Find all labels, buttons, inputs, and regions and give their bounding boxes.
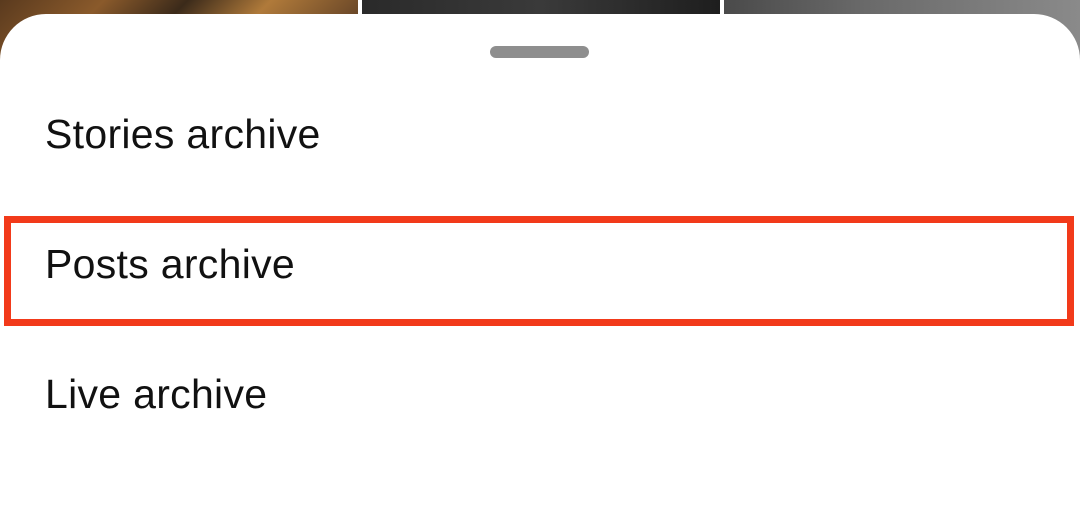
drag-handle[interactable] xyxy=(490,46,589,58)
menu-item-label: Live archive xyxy=(45,370,268,417)
menu-item-live-archive[interactable]: Live archive xyxy=(0,339,1080,449)
menu-item-label: Stories archive xyxy=(45,110,321,157)
menu-item-posts-archive[interactable]: Posts archive xyxy=(0,209,1080,319)
menu-item-label: Posts archive xyxy=(45,240,295,287)
screen: Stories archive Posts archive Live archi… xyxy=(0,0,1080,507)
menu-item-stories-archive[interactable]: Stories archive xyxy=(0,79,1080,189)
